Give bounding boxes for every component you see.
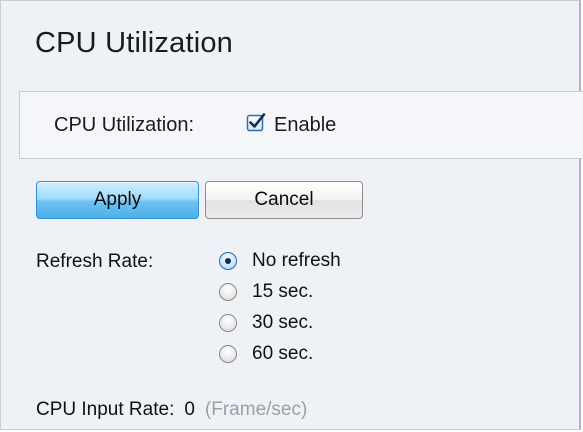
enable-label[interactable]: Enable [274, 114, 336, 137]
cpu-input-rate-unit: (Frame/sec) [204, 399, 308, 420]
radio-option-no-refresh[interactable]: No refresh [219, 248, 341, 274]
radio-label[interactable]: 15 sec. [252, 281, 313, 303]
enable-checkbox[interactable] [246, 112, 266, 132]
cpu-input-rate-value: 0 [184, 399, 195, 420]
radio-label[interactable]: 30 sec. [252, 312, 313, 334]
refresh-rate-label: Refresh Rate: [36, 251, 154, 272]
radio-option-30-sec[interactable]: 30 sec. [219, 310, 313, 336]
radio-option-15-sec[interactable]: 15 sec. [219, 279, 313, 305]
radio-button-icon[interactable] [219, 252, 237, 270]
cpu-input-rate: CPU Input Rate: 0 (Frame/sec) [36, 399, 307, 421]
radio-button-icon[interactable] [219, 314, 237, 332]
radio-label[interactable]: No refresh [252, 250, 341, 272]
radio-option-60-sec[interactable]: 60 sec. [219, 341, 313, 367]
radio-button-icon[interactable] [219, 345, 237, 363]
radio-label[interactable]: 60 sec. [252, 343, 313, 365]
cpu-input-rate-label: CPU Input Rate: [36, 399, 175, 420]
cpu-utilization-label: CPU Utilization: [54, 114, 195, 136]
page-title: CPU Utilization [35, 27, 233, 59]
settings-panel: CPU Utilization: Enable [19, 91, 583, 159]
cancel-button[interactable]: Cancel [205, 181, 363, 219]
radio-button-icon[interactable] [219, 283, 237, 301]
cpu-utilization-page: CPU Utilization CPU Utilization: Enable … [0, 0, 583, 430]
apply-button[interactable]: Apply [36, 181, 199, 219]
